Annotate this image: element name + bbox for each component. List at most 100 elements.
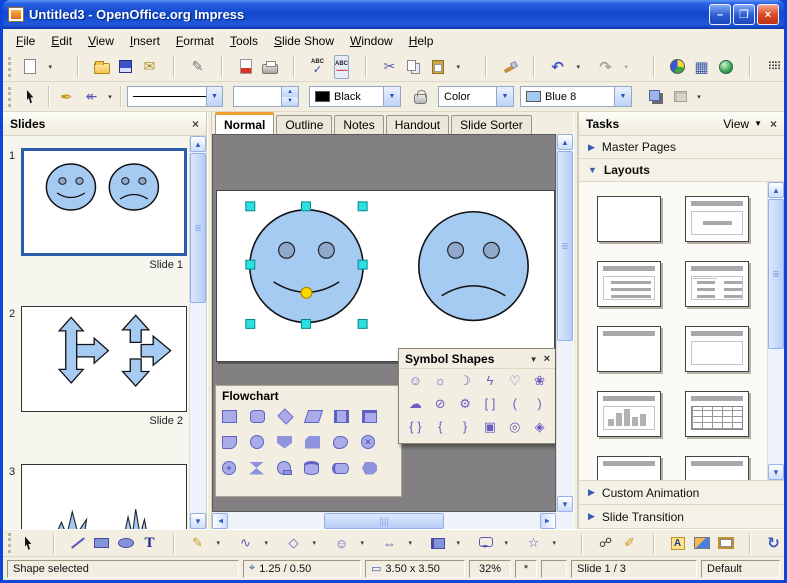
puzzle-icon[interactable]: ⚙	[459, 397, 471, 411]
moon-icon[interactable]: ☽	[459, 374, 471, 388]
canvas-hscrollbar[interactable]: ▲ |||| ▲	[212, 512, 573, 529]
styles-button[interactable]	[20, 85, 43, 109]
symbol-shapes-titlebar[interactable]: Symbol Shapes ▼ ×	[399, 349, 556, 369]
double-bracket-icon[interactable]: [ ]	[484, 397, 495, 411]
heart-icon[interactable]: ♡	[509, 374, 521, 388]
menu-item[interactable]: View	[80, 31, 122, 51]
slide-thumbnail-1[interactable]: 1	[7, 148, 187, 271]
toolbar-grip[interactable]	[8, 87, 13, 107]
view-tab[interactable]: Slide Sorter	[451, 115, 532, 134]
fill-type-select[interactable]: Color ▼	[438, 86, 514, 107]
view-tab[interactable]: Normal	[215, 112, 274, 134]
layouts-scrollbar[interactable]: ▲ ≣ ▼	[767, 182, 784, 480]
canvas-vscrollbar[interactable]: ▲ ≣ ▼	[556, 134, 573, 512]
double-brace-icon[interactable]: { }	[409, 420, 421, 434]
flower-icon[interactable]: ❀	[534, 374, 545, 388]
fill-color-select[interactable]: Blue 8 ▼	[520, 86, 632, 107]
view-menu[interactable]: View	[723, 117, 749, 131]
section-master-pages[interactable]: ▶ Master Pages	[579, 136, 784, 159]
layout-blank[interactable]	[597, 196, 661, 242]
scrollbar-thumb[interactable]: ≣	[768, 199, 784, 349]
menu-item[interactable]: Help	[401, 31, 442, 51]
menu-item[interactable]: Insert	[122, 31, 168, 51]
slide-thumbnail-3[interactable]: 3	[7, 464, 187, 529]
standard-toolbar: ▾✉✎✂▾↶▾↷▾▦⠿⠿▾?▾ »▾	[3, 52, 784, 82]
layout-clipped-1[interactable]	[597, 456, 661, 480]
separator	[293, 56, 295, 77]
right-brace-icon[interactable]: }	[463, 420, 467, 434]
scroll-down-icon[interactable]: ▼	[190, 513, 206, 529]
layout-title-two-content[interactable]	[685, 261, 749, 307]
slide-style[interactable]: Default	[701, 560, 780, 578]
close-icon[interactable]: ×	[544, 353, 550, 365]
left-brace-icon[interactable]: {	[438, 420, 442, 434]
menu-item[interactable]: Slide Show	[266, 31, 342, 51]
octagon-bevel-icon[interactable]: ◎	[509, 420, 520, 434]
menu-item[interactable]: Edit	[43, 31, 80, 51]
smiley-face-icon[interactable]: ☺	[409, 374, 422, 388]
right-bracket-icon[interactable]: )	[537, 397, 541, 411]
chevron-down-icon[interactable]: ▼	[530, 355, 538, 364]
maximize-button[interactable]: ❒	[733, 4, 755, 25]
lightning-icon[interactable]: ϟ	[486, 374, 493, 388]
view-tab[interactable]: Handout	[386, 115, 449, 134]
zoom-level[interactable]: 32%	[469, 560, 511, 578]
scrollbar-thumb[interactable]: ≣	[557, 151, 573, 341]
arrow-style-button[interactable]: ↞	[80, 85, 103, 109]
area-style-button[interactable]	[409, 85, 432, 109]
close-button[interactable]: ×	[757, 4, 779, 25]
minimize-button[interactable]: –	[709, 4, 731, 25]
layout-title-frame[interactable]	[685, 326, 749, 372]
section-layouts[interactable]: ▼ Layouts	[579, 159, 784, 182]
scroll-left-icon[interactable]: ▲	[212, 513, 228, 529]
toolbar-grip[interactable]	[8, 57, 13, 77]
scroll-down-icon[interactable]: ▼	[557, 496, 573, 512]
slide-thumbnail-2[interactable]: 2 Slide 2	[7, 306, 187, 427]
arrow-style-dropdown[interactable]: ▾	[105, 85, 115, 109]
line-button[interactable]: ✒	[55, 85, 78, 109]
diamond-bevel-icon[interactable]: ◈	[535, 420, 545, 434]
scroll-up-icon[interactable]: ▲	[557, 134, 573, 150]
square-bevel-icon[interactable]: ▣	[484, 420, 496, 434]
flowchart-punched-tape	[333, 436, 348, 449]
view-tab[interactable]: Outline	[276, 115, 332, 134]
sun-icon[interactable]: ☼	[434, 374, 446, 388]
menu-item[interactable]: Tools	[222, 31, 266, 51]
slide-2-preview[interactable]	[21, 306, 187, 412]
toolbar-more-dropdown[interactable]: ▾	[694, 85, 704, 109]
scrollbar-thumb[interactable]: ≣	[190, 153, 206, 303]
layout-title-chart[interactable]	[597, 391, 661, 437]
slide-canvas[interactable]	[216, 190, 555, 362]
spinner-arrows[interactable]: ▲▼	[281, 87, 298, 106]
scroll-up-icon[interactable]: ▲	[768, 182, 784, 198]
line-style-select[interactable]: ▼	[127, 86, 223, 107]
slides-scrollbar[interactable]: ▲ ≣ ▼	[189, 136, 206, 529]
menu-item[interactable]: Window	[342, 31, 401, 51]
menu-item[interactable]: File	[8, 31, 43, 51]
layout-title-content[interactable]	[685, 196, 749, 242]
close-icon[interactable]: ×	[192, 117, 199, 131]
section-custom-animation[interactable]: ▶ Custom Animation	[579, 481, 784, 505]
layout-title-bullets[interactable]	[597, 261, 661, 307]
scroll-up-icon[interactable]: ▲	[190, 136, 206, 152]
slide-1-preview[interactable]	[21, 148, 187, 256]
menu-item[interactable]: Format	[168, 31, 222, 51]
left-bracket-icon[interactable]: (	[513, 397, 517, 411]
view-tab[interactable]: Notes	[334, 115, 383, 134]
scrollbar-thumb[interactable]: ||||	[324, 513, 444, 529]
line-color-select[interactable]: Black ▼	[309, 86, 401, 107]
close-icon[interactable]: ×	[770, 117, 777, 131]
toolbar-grip[interactable]	[8, 533, 13, 553]
shadow-button[interactable]	[644, 85, 667, 109]
chevron-down-icon[interactable]: ▼	[754, 119, 762, 128]
layout-title-table[interactable]	[685, 391, 749, 437]
scroll-right-icon[interactable]: ▲	[540, 513, 556, 529]
layout-title-only[interactable]	[597, 326, 661, 372]
scroll-down-icon[interactable]: ▼	[768, 464, 784, 480]
layout-clipped-2[interactable]	[685, 456, 749, 480]
section-slide-transition[interactable]: ▶ Slide Transition	[579, 505, 784, 529]
line-width-spinner[interactable]: ▲▼	[233, 86, 299, 107]
cloud-icon[interactable]: ☁	[409, 397, 422, 411]
slide-3-preview[interactable]	[21, 464, 187, 529]
prohibited-icon[interactable]: ⊘	[435, 397, 446, 411]
